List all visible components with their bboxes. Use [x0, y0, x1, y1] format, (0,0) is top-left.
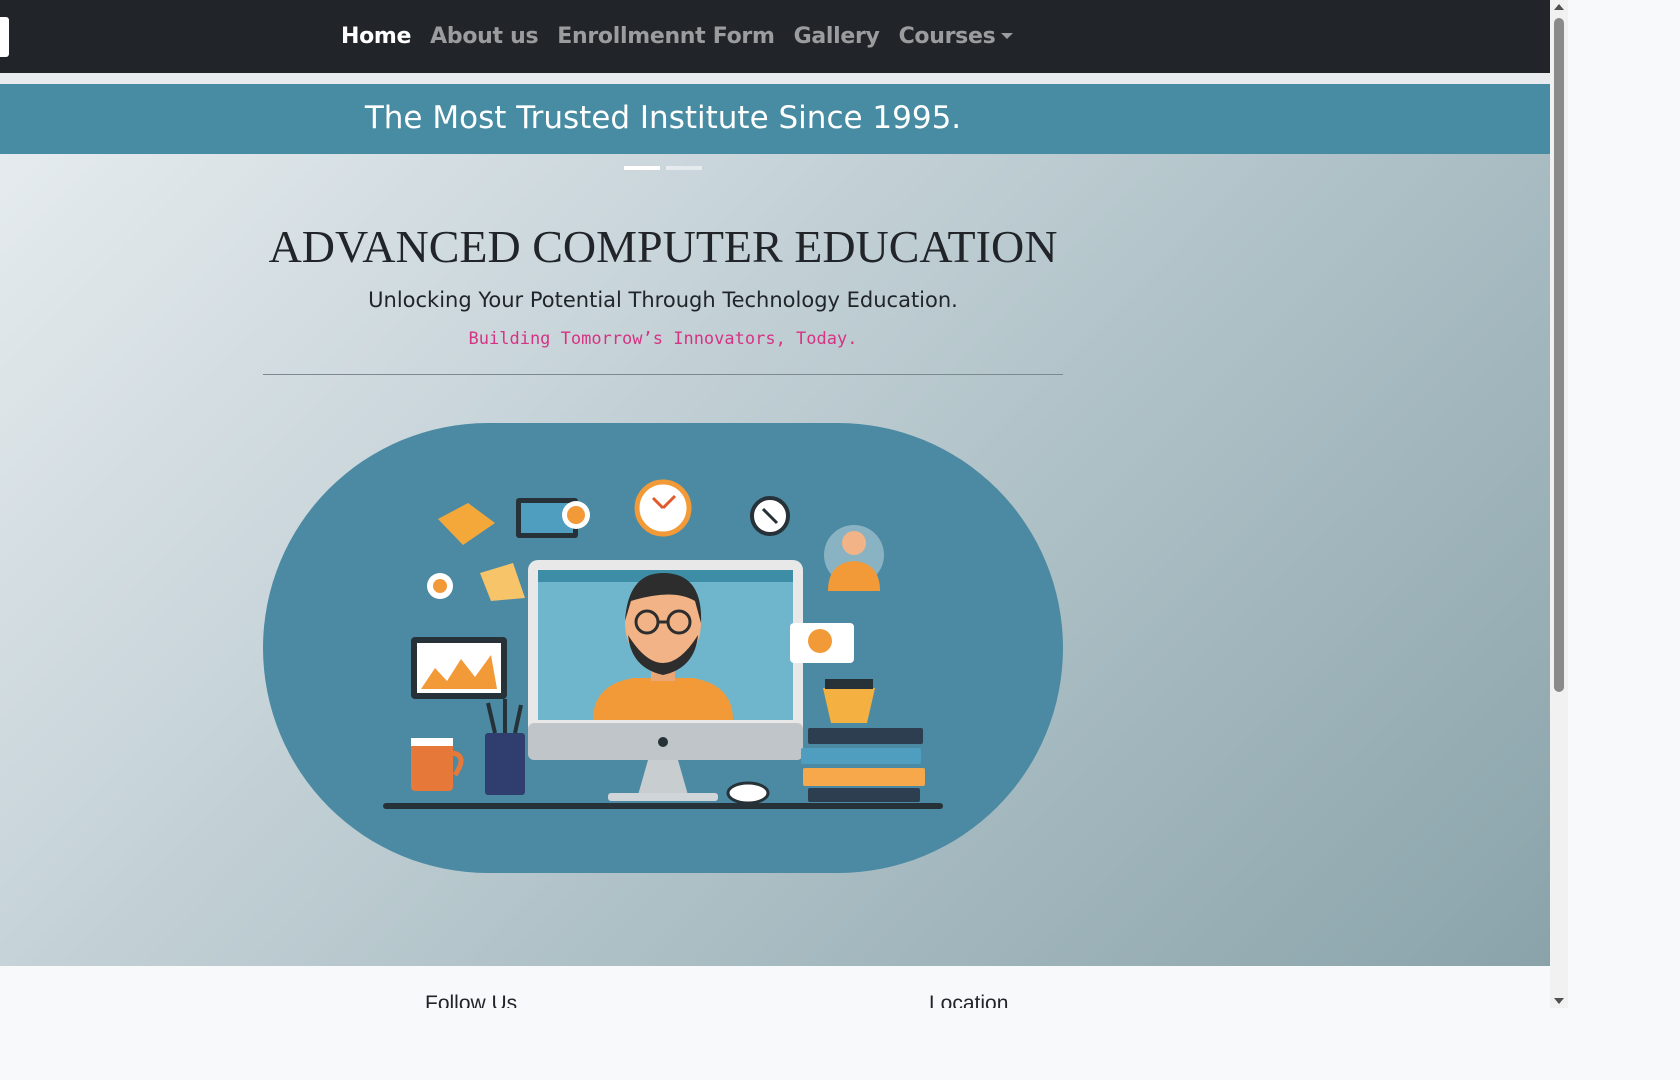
nav-divider — [0, 73, 1550, 84]
teacher-computer-illustration — [383, 479, 943, 809]
scroll-up-icon[interactable] — [1554, 4, 1564, 10]
carousel-indicator-2[interactable] — [666, 166, 702, 170]
carousel-banner: The Most Trusted Institute Since 1995. — [0, 84, 1550, 154]
banner-text: The Most Trusted Institute Since 1995. — [364, 100, 962, 136]
footer-follow-heading: Follow Us — [425, 992, 518, 1008]
scrollbar[interactable] — [1550, 0, 1568, 1008]
page-tagline: Building Tomorrow’s Innovators, Today. — [468, 329, 858, 349]
nav-about-link[interactable]: About us — [430, 20, 538, 54]
nav-menu: Home About us Enrollmennt Form Gallery C… — [341, 20, 1032, 54]
hero-section: The Most Trusted Institute Since 1995. A… — [0, 84, 1550, 966]
carousel-indicator-1[interactable] — [624, 166, 660, 170]
nav-gallery-link[interactable]: Gallery — [794, 20, 880, 54]
scroll-down-icon[interactable] — [1554, 998, 1564, 1004]
nav-home-link[interactable]: Home — [341, 20, 411, 54]
page-subtitle: Unlocking Your Potential Through Technol… — [368, 288, 958, 312]
navbar: Home About us Enrollmennt Form Gallery C… — [0, 0, 1550, 73]
nav-enrollment-link[interactable]: Enrollmennt Form — [557, 20, 775, 54]
brand-logo[interactable] — [0, 17, 9, 57]
carousel-indicators — [624, 166, 702, 170]
divider — [263, 374, 1063, 375]
footer: Follow Us Location — [0, 966, 1550, 1008]
nav-courses-label: Courses — [898, 24, 996, 49]
nav-courses-dropdown[interactable]: Courses — [899, 20, 1014, 54]
chevron-down-icon — [1001, 33, 1014, 39]
footer-location-heading: Location — [929, 992, 1009, 1008]
page-title: ADVANCED COMPUTER EDUCATION — [268, 221, 1058, 272]
scrollbar-thumb[interactable] — [1554, 18, 1564, 692]
hero-illustration — [263, 423, 1063, 873]
